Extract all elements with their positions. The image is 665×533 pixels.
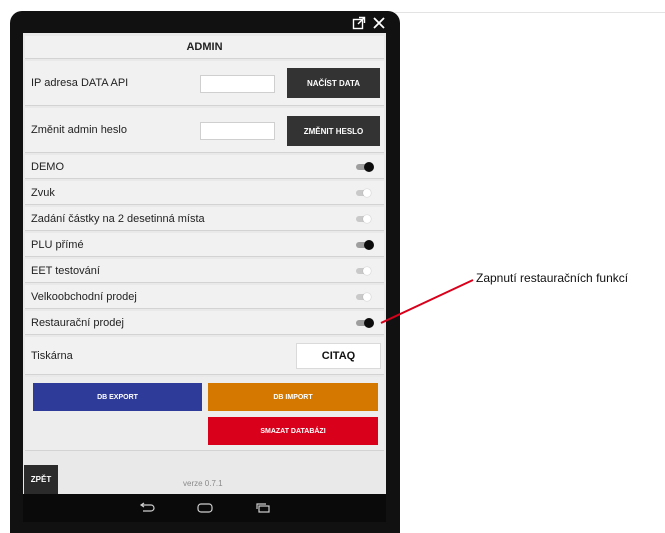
printer-select-button[interactable]: CITAQ — [296, 343, 381, 369]
printer-label: Tiskárna — [31, 349, 73, 362]
open-external-icon[interactable] — [352, 16, 366, 30]
load-data-button[interactable]: NAČÍST DATA — [287, 68, 380, 98]
sound-switch[interactable] — [356, 188, 373, 198]
annotation-text: Zapnutí restauračních funkcí — [476, 271, 629, 285]
wholesale-switch[interactable] — [356, 292, 373, 302]
ip-address-input[interactable] — [200, 75, 275, 93]
toggle-row-wholesale: Velkoobchodní prodej — [25, 285, 384, 309]
restaurant-switch[interactable] — [356, 317, 374, 328]
admin-screen: ADMIN IP adresa DATA API NAČÍST DATA Změ… — [23, 33, 386, 494]
admin-password-label: Změnit admin heslo — [31, 124, 127, 136]
close-icon[interactable] — [372, 16, 386, 30]
decimal-places-switch[interactable] — [356, 214, 373, 224]
toggle-label: EET testování — [31, 264, 100, 277]
toggle-row-decimal-places: Zadání částky na 2 desetinná místa — [25, 207, 384, 231]
admin-password-input[interactable] — [200, 122, 275, 140]
admin-password-row: Změnit admin heslo ZMĚNIT HESLO — [25, 108, 384, 153]
toggle-label: Velkoobchodní prodej — [31, 290, 137, 303]
admin-header: ADMIN — [25, 36, 384, 59]
back-arrow-icon[interactable] — [138, 502, 156, 514]
database-panel: DB EXPORT DB IMPORT SMAZAT DATABÁZI — [25, 377, 384, 451]
toggle-label: Zadání částky na 2 desetinná místa — [31, 212, 205, 225]
toggle-row-plu-direct: PLU přímé — [25, 233, 384, 257]
change-password-button[interactable]: ZMĚNIT HESLO — [287, 116, 380, 146]
toggle-row-restaurant: Restaurační prodej — [25, 311, 384, 335]
eet-testing-switch[interactable] — [356, 266, 373, 276]
top-divider-line — [395, 12, 665, 13]
delete-database-button[interactable]: SMAZAT DATABÁZI — [208, 417, 378, 445]
toggle-row-sound: Zvuk — [25, 181, 384, 205]
android-navigation-bar — [23, 494, 386, 522]
admin-title: ADMIN — [186, 41, 223, 53]
printer-row: Tiskárna CITAQ — [25, 337, 384, 375]
ip-address-label: IP adresa DATA API — [31, 77, 129, 89]
toggle-label: DEMO — [31, 160, 64, 173]
db-import-button[interactable]: DB IMPORT — [208, 383, 378, 411]
demo-switch[interactable] — [356, 161, 374, 172]
toggle-row-eet-testing: EET testování — [25, 259, 384, 283]
toggle-label: Restaurační prodej — [31, 316, 124, 329]
version-label: verze 0.7.1 — [183, 479, 223, 488]
window-controls — [352, 14, 386, 32]
plu-direct-switch[interactable] — [356, 239, 374, 250]
ip-address-row: IP adresa DATA API NAČÍST DATA — [25, 61, 384, 106]
home-icon[interactable] — [196, 502, 214, 514]
toggle-row-demo: DEMO — [25, 155, 384, 179]
db-export-button[interactable]: DB EXPORT — [33, 383, 202, 411]
toggle-label: PLU přímé — [31, 238, 84, 251]
back-button[interactable]: ZPĚT — [24, 465, 58, 494]
recent-apps-icon[interactable] — [254, 502, 272, 514]
toggle-label: Zvuk — [31, 186, 55, 199]
